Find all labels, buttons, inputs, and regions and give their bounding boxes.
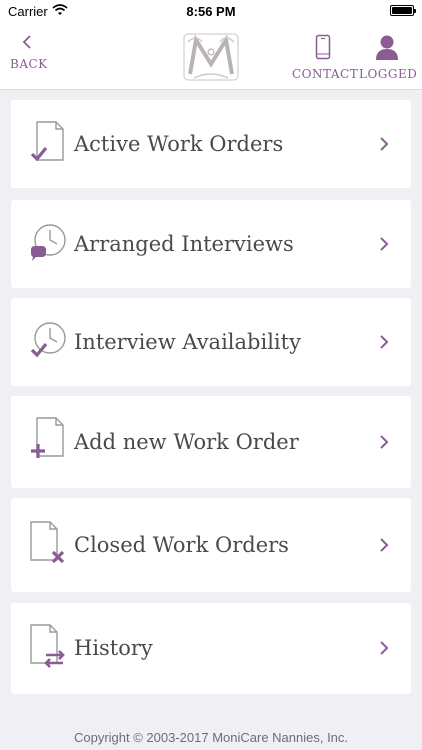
- menu-item-label: Active Work Orders: [74, 132, 284, 156]
- menu-item-closed-work-orders[interactable]: Closed Work Orders: [11, 498, 411, 592]
- document-check-icon: [30, 121, 64, 162]
- navigation-header: BACK CONTACT LOGGED: [0, 22, 422, 90]
- menu-item-label: Add new Work Order: [74, 430, 299, 454]
- copyright-footer: Copyright © 2003-2017 MoniCare Nannies, …: [73, 730, 349, 745]
- status-bar: Carrier 8:56 PM: [0, 0, 422, 22]
- battery-level-fill: [392, 7, 412, 14]
- logged-label: LOGGED: [359, 67, 418, 81]
- chevron-right-icon: [380, 538, 389, 552]
- clock-check-icon: [30, 322, 66, 358]
- chevron-right-icon: [380, 641, 389, 655]
- battery-icon: [390, 5, 416, 16]
- back-button[interactable]: BACK: [10, 34, 48, 71]
- contact-label: CONTACT: [292, 67, 359, 81]
- menu-item-arranged-interviews[interactable]: Arranged Interviews: [11, 200, 411, 288]
- menu-item-label: History: [74, 636, 153, 660]
- logged-button[interactable]: LOGGED: [359, 34, 418, 81]
- document-swap-icon: [30, 624, 65, 668]
- phone-icon: [315, 34, 331, 60]
- menu-item-interview-availability[interactable]: Interview Availability: [11, 298, 411, 386]
- chevron-right-icon: [380, 137, 389, 151]
- chevron-right-icon: [380, 335, 389, 349]
- menu-item-history[interactable]: History: [11, 603, 411, 694]
- menu-item-active-work-orders[interactable]: Active Work Orders: [11, 100, 411, 188]
- back-label: BACK: [10, 57, 48, 71]
- clock-time: 8:56 PM: [186, 4, 236, 19]
- contact-button[interactable]: CONTACT: [292, 34, 359, 81]
- document-plus-icon: [31, 417, 64, 458]
- monogram-m-logo-icon: [183, 33, 239, 81]
- menu-item-add-new-work-order[interactable]: Add new Work Order: [11, 396, 411, 488]
- document-x-icon: [30, 521, 65, 564]
- chevron-right-icon: [380, 435, 389, 449]
- menu-item-label: Closed Work Orders: [74, 533, 289, 557]
- menu-item-label: Interview Availability: [74, 330, 301, 354]
- menu-item-label: Arranged Interviews: [74, 232, 294, 256]
- chevron-right-icon: [380, 237, 389, 251]
- user-icon: [376, 35, 398, 60]
- chevron-left-icon: [22, 35, 31, 49]
- clock-speech-bubble-icon: [31, 224, 66, 261]
